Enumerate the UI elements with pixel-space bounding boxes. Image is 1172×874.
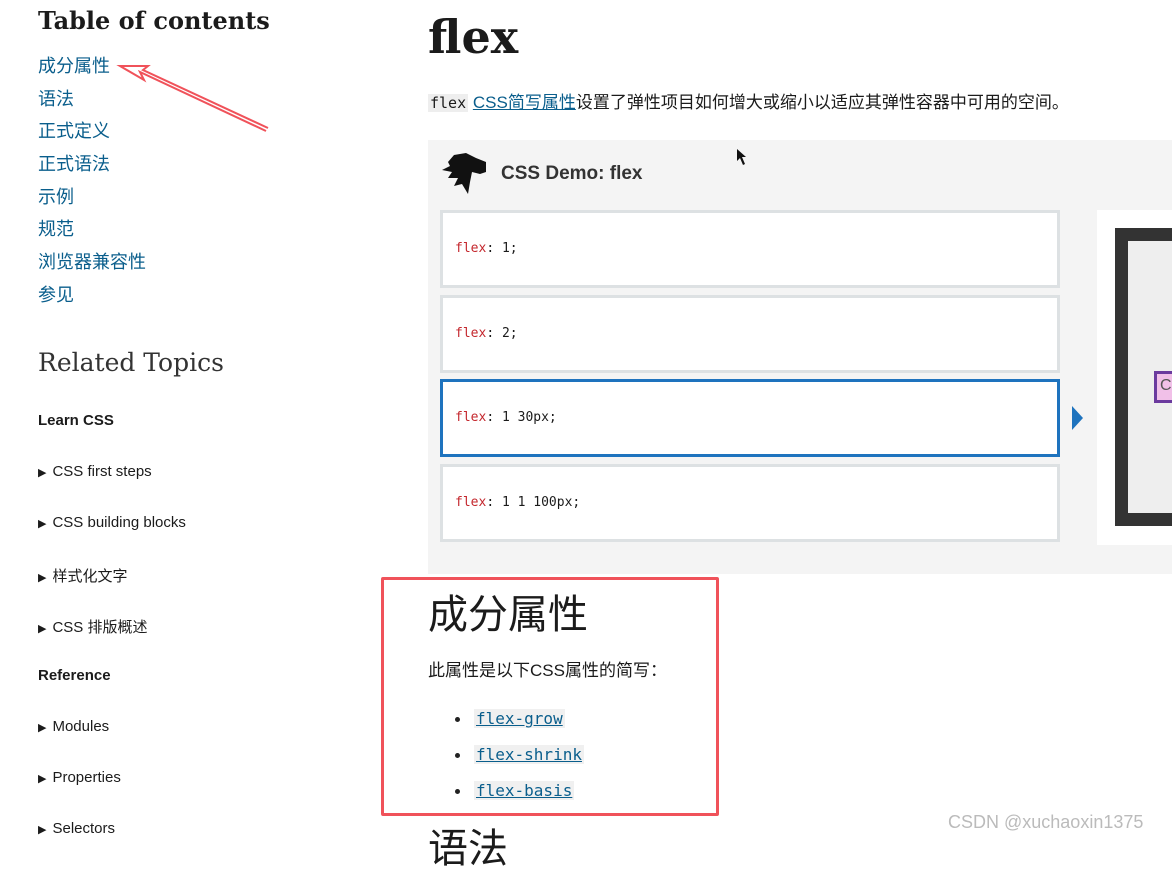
triangle-right-icon: ▶ <box>38 518 47 530</box>
intro-paragraph: flex CSS简写属性设置了弹性项目如何增大或缩小以适应其弹性容器中可用的空间… <box>428 93 1069 112</box>
learn-css-heading: Learn CSS <box>38 412 114 429</box>
next-section-heading: 语法 <box>428 826 508 872</box>
section-text: 此属性是以下CSS属性的简写： <box>428 661 667 680</box>
list-item: flex-grow <box>455 709 565 728</box>
flex-grow-link[interactable]: flex-grow <box>474 709 565 728</box>
flex-container: C <box>1115 228 1172 526</box>
demo-option-selected[interactable]: flex: 1 30px; <box>440 379 1060 457</box>
mouse-cursor-icon <box>737 149 746 165</box>
triangle-right-icon: ▶ <box>38 773 47 785</box>
related-topics-title: Related Topics <box>38 348 224 377</box>
triangle-right-icon: ▶ <box>38 467 47 479</box>
flex-shrink-link[interactable]: flex-shrink <box>474 745 584 764</box>
sidebar-item[interactable]: ▶ CSS 排版概述 <box>38 616 147 637</box>
toc-item[interactable]: 示例 <box>38 183 146 216</box>
list-item: flex-basis <box>455 781 575 800</box>
toc-item[interactable]: 正式语法 <box>38 150 146 183</box>
demo-output: C <box>1097 210 1172 545</box>
sidebar-item[interactable]: ▶ Properties <box>38 769 121 786</box>
triangle-right-icon: ▶ <box>38 572 47 584</box>
section-heading: 成分属性 <box>428 592 588 638</box>
demo-title: CSS Demo: flex <box>501 163 643 184</box>
sidebar-item[interactable]: ▶ 样式化文字 <box>38 565 127 586</box>
annotation-arrow-icon <box>116 65 269 132</box>
flex-item: C <box>1154 371 1172 403</box>
triangle-right-icon: ▶ <box>38 623 47 635</box>
css-demo: CSS Demo: flex flex: 1; flex: 2; flex: 1… <box>428 140 1172 574</box>
flex-basis-link[interactable]: flex-basis <box>474 781 575 800</box>
selected-arrow-icon <box>1072 406 1083 430</box>
watermark: CSDN @xuchaoxin1375 <box>948 812 1144 832</box>
sidebar-item[interactable]: ▶ CSS building blocks <box>38 514 186 531</box>
page-title: flex <box>428 10 519 64</box>
toc-item[interactable]: 浏览器兼容性 <box>38 248 146 281</box>
toc-item[interactable]: 规范 <box>38 215 146 248</box>
sidebar-item[interactable]: ▶ CSS first steps <box>38 463 152 480</box>
triangle-right-icon: ▶ <box>38 722 47 734</box>
triangle-right-icon: ▶ <box>38 824 47 836</box>
reference-heading: Reference <box>38 667 111 684</box>
dinosaur-logo-icon <box>442 153 486 194</box>
toc-item[interactable]: 参见 <box>38 281 146 314</box>
inline-code: flex <box>428 94 469 112</box>
sidebar-item[interactable]: ▶ Selectors <box>38 820 115 837</box>
sidebar-item[interactable]: ▶ Modules <box>38 718 109 735</box>
demo-option[interactable]: flex: 1; <box>440 210 1060 288</box>
list-item: flex-shrink <box>455 745 584 764</box>
demo-option[interactable]: flex: 1 1 100px; <box>440 464 1060 542</box>
shorthand-link[interactable]: CSS简写属性 <box>473 93 576 112</box>
demo-option[interactable]: flex: 2; <box>440 295 1060 373</box>
